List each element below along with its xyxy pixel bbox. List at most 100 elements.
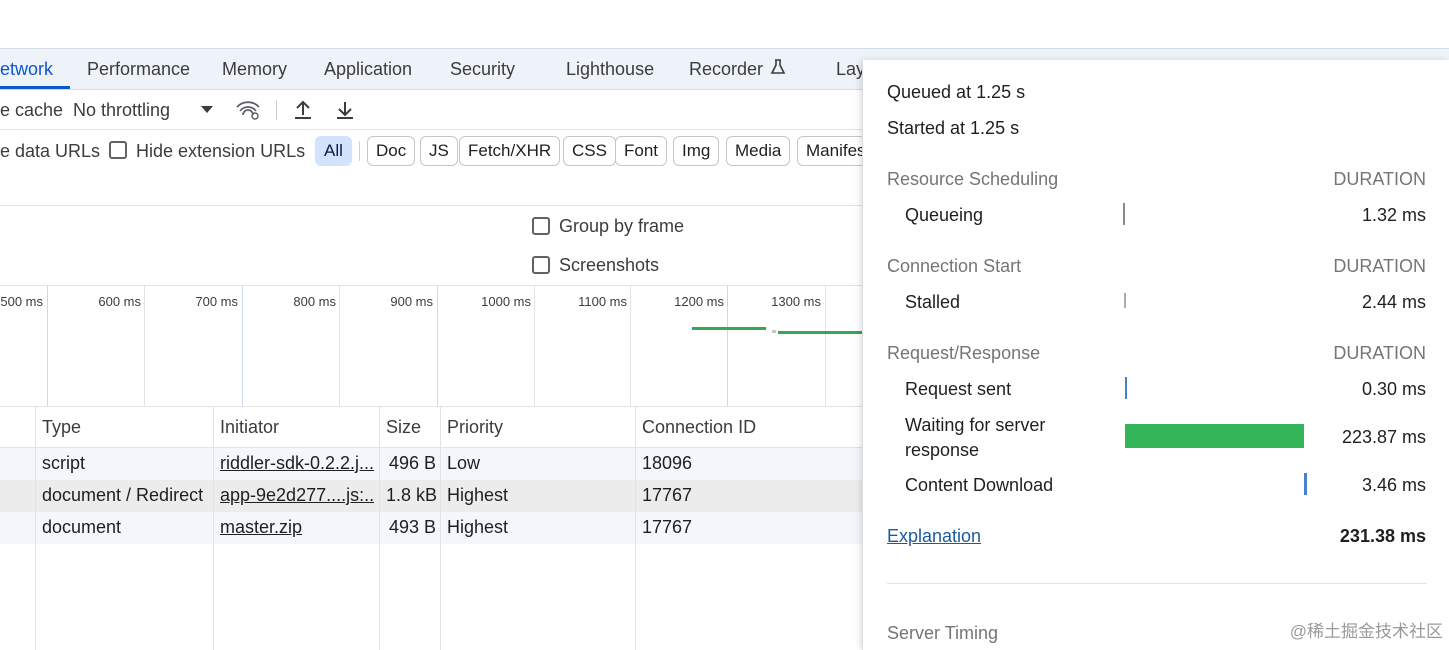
tab-memory[interactable]: Memory [222, 49, 287, 89]
request-sent-duration: 0.30 ms [1361, 379, 1426, 399]
cell-initiator-link[interactable]: master.zip [220, 517, 374, 538]
cell-initiator-link[interactable]: riddler-sdk-0.2.2.j... [220, 453, 374, 474]
tick-label: 1300 ms [771, 294, 821, 309]
content-download-label: Content Download [905, 475, 1054, 495]
filter-chip-css[interactable]: CSS [563, 136, 616, 166]
network-toolbar: e cache No throttling [0, 90, 870, 130]
experiment-flask-icon [769, 50, 787, 90]
column-header-connection-id[interactable]: Connection ID [642, 407, 756, 447]
queueing-bar [1123, 203, 1125, 225]
screenshots-label: Screenshots [559, 255, 660, 275]
import-har-icon[interactable] [291, 98, 315, 122]
disable-cache-label[interactable]: e cache [0, 90, 63, 130]
tick-label: 600 ms [98, 294, 141, 309]
cell-type: document [42, 517, 122, 537]
filter-chip-media[interactable]: Media [726, 136, 791, 166]
filter-chip-all[interactable]: All [315, 136, 352, 166]
export-har-icon[interactable] [333, 98, 357, 122]
request-sent-bar [1125, 377, 1127, 399]
stalled-duration: 2.44 ms [1361, 292, 1426, 312]
active-tab-indicator [0, 86, 70, 89]
tick-label: 900 ms [390, 294, 433, 309]
hide-extension-urls-checkbox[interactable] [109, 141, 127, 159]
queueing-duration: 1.32 ms [1361, 205, 1426, 225]
waterfall-bar [692, 327, 766, 330]
tab-network[interactable]: etwork [0, 49, 53, 89]
filter-chip-js[interactable]: JS [420, 136, 458, 166]
column-header-type[interactable]: Type [42, 407, 81, 447]
screenshots-checkbox[interactable] [532, 256, 550, 274]
cell-size: 496 B [389, 453, 437, 473]
tick-label: 800 ms [293, 294, 336, 309]
queued-at-text: Queued at 1.25 s [887, 82, 1026, 102]
cell-priority: Highest [447, 517, 509, 537]
column-header-priority[interactable]: Priority [447, 407, 503, 447]
network-conditions-icon[interactable] [234, 98, 262, 122]
filter-bar: e data URLs Hide extension URLs All Doc … [0, 130, 875, 172]
total-duration: 231.38 ms [1339, 526, 1426, 546]
throttling-select[interactable]: No throttling [73, 90, 170, 130]
group-by-frame-label: Group by frame [559, 216, 685, 236]
column-divider [35, 407, 36, 650]
cell-connection-id: 17767 [642, 485, 693, 505]
cell-type: script [42, 453, 86, 473]
timing-popover: Queued at 1.25 s Started at 1.25 s Resou… [862, 60, 1449, 650]
column-divider [440, 407, 441, 650]
requests-table: Type Initiator Size Priority Connection … [0, 406, 862, 650]
stalled-bar [1124, 293, 1126, 308]
duration-header: DURATION [1333, 343, 1426, 363]
tab-performance[interactable]: Performance [87, 49, 190, 89]
toolbar-divider [276, 100, 277, 120]
hide-data-urls-label[interactable]: e data URLs [0, 131, 100, 171]
started-at-text: Started at 1.25 s [887, 118, 1020, 138]
waiting-label: Waiting for server [905, 415, 1046, 435]
timeline-overview[interactable]: 500 ms 600 ms 700 ms 800 ms 900 ms 1000 … [0, 286, 862, 406]
section-title-resource-scheduling: Resource Scheduling [887, 169, 1059, 189]
waiting-duration: 223.87 ms [1341, 427, 1426, 447]
filter-chip-doc[interactable]: Doc [367, 136, 416, 166]
column-divider [635, 407, 636, 650]
content-download-bar [1304, 473, 1307, 495]
request-sent-label: Request sent [905, 379, 1012, 399]
tick-line [825, 286, 826, 406]
column-divider [379, 407, 380, 650]
cell-connection-id: 18096 [642, 453, 693, 473]
tick-label: 1100 ms [578, 294, 627, 309]
filter-chip-fetch-xhr[interactable]: Fetch/XHR [459, 136, 561, 166]
column-header-initiator[interactable]: Initiator [220, 407, 279, 447]
filter-chip-font[interactable]: Font [615, 136, 668, 166]
column-header-size[interactable]: Size [386, 407, 421, 447]
cell-priority: Low [447, 453, 481, 473]
section-title-request-response: Request/Response [887, 343, 1041, 363]
tab-application[interactable]: Application [324, 49, 412, 89]
tick-line [630, 286, 631, 406]
tick-line [47, 286, 48, 406]
chevron-down-icon[interactable] [198, 100, 216, 120]
panel-divider [887, 583, 1427, 584]
cell-initiator-link[interactable]: app-9e2d277....js:... [220, 485, 374, 506]
waiting-label-line2: response [905, 440, 980, 460]
duration-header: DURATION [1333, 169, 1426, 189]
cell-size: 1.8 kB [386, 485, 438, 505]
filter-chip-img[interactable]: Img [673, 136, 720, 166]
content-download-duration: 3.46 ms [1361, 475, 1426, 495]
tick-line [727, 286, 728, 406]
tick-label: 1000 ms [481, 294, 531, 309]
tab-recorder-label: Recorder [689, 59, 764, 79]
stalled-label: Stalled [905, 292, 961, 312]
waiting-bar [1125, 424, 1304, 448]
tab-lighthouse[interactable]: Lighthouse [566, 49, 654, 89]
tick-line [437, 286, 438, 406]
explanation-link[interactable]: Explanation [887, 526, 981, 547]
cell-priority: Highest [447, 485, 509, 505]
filter-divider [359, 141, 360, 161]
hide-extension-urls-label: Hide extension URLs [136, 141, 306, 161]
tick-label: 1200 ms [674, 294, 724, 309]
tab-layers[interactable]: Lay [836, 49, 865, 89]
settings-divider [0, 205, 862, 206]
server-timing-title: Server Timing [887, 623, 999, 643]
tab-recorder[interactable]: Recorder [689, 49, 787, 89]
cell-type: document / Redirect [42, 485, 204, 505]
tab-security[interactable]: Security [450, 49, 515, 89]
group-by-frame-checkbox[interactable] [532, 217, 550, 235]
